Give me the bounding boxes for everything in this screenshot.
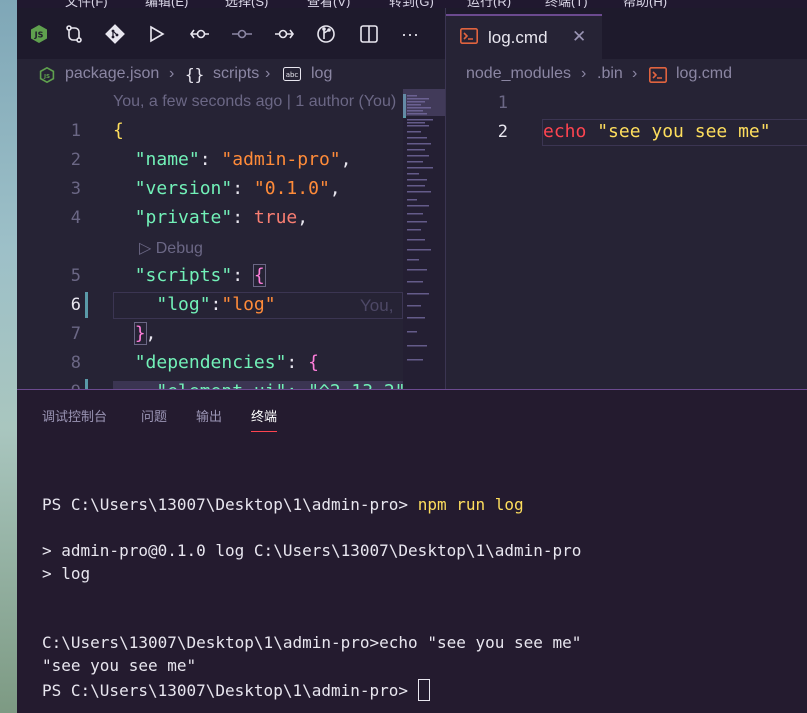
js-file-icon: JS — [39, 66, 55, 88]
menu-help[interactable]: 帮助(H) — [623, 0, 667, 8]
chevron-right-icon: › — [632, 65, 638, 82]
line-number: 2 — [70, 150, 81, 170]
tab-terminal[interactable]: 终端 — [251, 406, 278, 432]
code-line: "dependencies": { — [134, 352, 319, 373]
terminal-line: PS C:\Users\13007\Desktop\1\admin-pro> — [42, 679, 430, 701]
menu-bar: 文件(F) 编辑(E) 选择(S) 查看(V) 转到(G) 运行(R) 终端(T… — [17, 0, 807, 8]
step-icon[interactable] — [230, 22, 254, 46]
terminal-line: PS C:\Users\13007\Desktop\1\admin-pro> n… — [42, 495, 524, 514]
editor-group-right: log.cmd ✕ node_modules › .bin › log.cmd … — [445, 8, 807, 389]
step-forward-icon[interactable] — [272, 22, 296, 46]
git-graph-icon[interactable] — [314, 22, 338, 46]
chevron-right-icon: › — [169, 65, 175, 82]
breadcrumb: JS package.json › {} scripts › abc log — [17, 59, 445, 89]
terminal-file-icon — [460, 28, 478, 49]
string-icon: abc — [283, 67, 301, 86]
line-number: 2 — [497, 122, 508, 142]
menu-selection[interactable]: 选择(S) — [225, 0, 268, 8]
desktop-background — [0, 0, 17, 713]
breadcrumb: node_modules › .bin › log.cmd — [446, 59, 807, 89]
run-icon[interactable] — [144, 22, 168, 46]
git-icon[interactable] — [103, 22, 127, 46]
tab-label: log.cmd — [488, 28, 548, 47]
breadcrumb-leaf[interactable]: log — [311, 65, 332, 83]
code-line: "name": "admin-pro", — [134, 149, 352, 170]
code-line: "element-ui": "^2.13.2" — [113, 381, 406, 389]
terminal-cursor — [417, 679, 430, 701]
inline-blame: You, — [360, 296, 394, 315]
more-icon[interactable]: ··· — [398, 22, 422, 46]
breadcrumb-file[interactable]: package.json — [65, 65, 159, 83]
play-icon: ▷ — [139, 240, 156, 257]
bottom-panel: 调试控制台 问题 输出 终端 PS C:\Users\13007\Desktop… — [17, 389, 807, 713]
line-number: 1 — [497, 93, 508, 113]
tab-output[interactable]: 输出 — [196, 406, 222, 425]
minimap[interactable] — [403, 89, 445, 389]
git-gutter-modified — [85, 379, 88, 389]
line-number: 8 — [70, 353, 81, 373]
editor-toolbar: JS ··· — [17, 8, 445, 59]
breadcrumb-file[interactable]: log.cmd — [676, 65, 732, 83]
split-editor-icon[interactable] — [357, 22, 381, 46]
close-icon[interactable]: ✕ — [572, 27, 586, 47]
terminal-line: C:\Users\13007\Desktop\1\admin-pro>echo … — [42, 633, 582, 652]
editor-group-left: JS ··· JS package.json › {} scripts › ab… — [17, 8, 445, 389]
code-line: "scripts": { — [134, 264, 266, 287]
menu-run[interactable]: 运行(R) — [467, 0, 511, 8]
menu-go[interactable]: 转到(G) — [389, 0, 434, 8]
breadcrumb-subfolder[interactable]: .bin — [597, 65, 623, 83]
svg-text:JS: JS — [34, 31, 44, 40]
line-number: 1 — [70, 121, 81, 141]
menu-file[interactable]: 文件(F) — [65, 0, 108, 8]
step-back-icon[interactable] — [188, 22, 212, 46]
chevron-right-icon: › — [581, 65, 587, 82]
breadcrumb-section[interactable]: scripts — [213, 65, 259, 83]
terminal-file-icon — [649, 67, 667, 88]
code-line: "log":"log" — [156, 294, 276, 315]
menu-view[interactable]: 查看(V) — [307, 0, 350, 8]
compare-icon[interactable] — [62, 22, 86, 46]
codelens-debug[interactable]: ▷ Debug — [139, 238, 203, 258]
terminal-line: > admin-pro@0.1.0 log C:\Users\13007\Des… — [42, 541, 582, 560]
line-number: 3 — [70, 179, 81, 199]
minimap-slider[interactable] — [403, 89, 445, 116]
terminal-line: > log — [42, 564, 91, 583]
git-blame-header[interactable]: You, a few seconds ago | 1 author (You) — [113, 93, 396, 111]
breadcrumb-folder[interactable]: node_modules — [466, 65, 571, 83]
code-editor-package-json[interactable]: You, a few seconds ago | 1 author (You) … — [17, 89, 406, 389]
line-number: 4 — [70, 208, 81, 228]
line-number: 7 — [70, 324, 81, 344]
svg-text:JS: JS — [43, 74, 50, 80]
code-line: }, — [133, 322, 157, 345]
code-line: { — [113, 120, 124, 141]
svg-text:abc: abc — [286, 71, 299, 79]
tab-debug-console[interactable]: 调试控制台 — [42, 406, 107, 425]
menu-edit[interactable]: 编辑(E) — [145, 0, 188, 8]
line-number: 9 — [55, 382, 81, 389]
code-line: echo "see you see me" — [543, 121, 771, 142]
js-file-icon[interactable]: JS — [27, 22, 51, 46]
menu-terminal[interactable]: 终端(T) — [545, 0, 588, 8]
terminal[interactable]: PS C:\Users\13007\Desktop\1\admin-pro> n… — [17, 450, 807, 713]
minimap-content — [403, 94, 433, 361]
line-number: 6 — [70, 295, 81, 315]
git-gutter-modified — [85, 292, 88, 318]
code-line: "private": true, — [134, 207, 309, 228]
line-number: 5 — [70, 266, 81, 286]
tab-bar: log.cmd ✕ — [446, 8, 807, 59]
tab-problems[interactable]: 问题 — [141, 406, 167, 425]
terminal-line: "see you see me" — [42, 656, 197, 675]
braces-icon: {} — [185, 65, 205, 84]
code-editor-log-cmd[interactable]: 1 2 echo "see you see me" — [446, 89, 807, 389]
chevron-right-icon: › — [265, 65, 271, 82]
code-line: "version": "0.1.0", — [134, 178, 341, 199]
tab-log-cmd[interactable]: log.cmd ✕ — [446, 14, 602, 59]
